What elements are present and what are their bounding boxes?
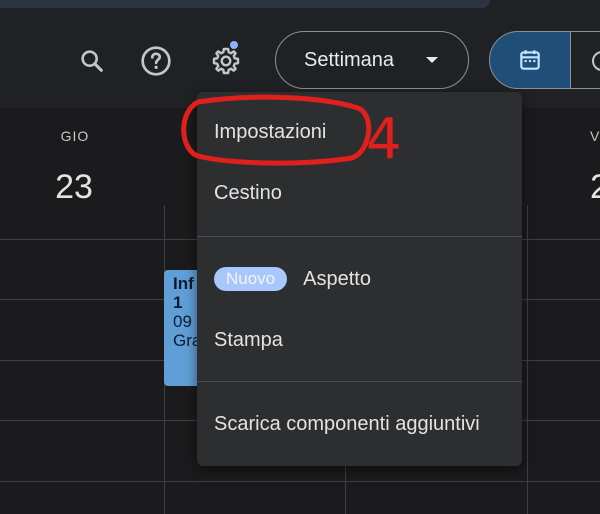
help-button[interactable] [136, 41, 176, 81]
menu-item-aspetto[interactable]: Nuovo Aspetto [197, 251, 522, 307]
menu-item-stampa[interactable]: Stampa [197, 312, 522, 368]
view-selector-dropdown[interactable]: Settimana [275, 31, 469, 89]
search-button[interactable] [72, 41, 112, 81]
new-badge: Nuovo [214, 267, 288, 291]
settings-button[interactable] [206, 41, 246, 81]
calendar-icon [520, 50, 540, 70]
menu-item-label: Impostazioni [214, 120, 327, 143]
tasks-view-button[interactable] [570, 31, 600, 89]
day-header-number[interactable]: 23 [44, 168, 104, 207]
grid-hour-line [0, 481, 600, 482]
menu-divider [197, 381, 522, 382]
menu-item-label: Stampa [214, 328, 283, 351]
menu-item-label: Scarica componenti aggiuntivi [214, 412, 480, 435]
tasks-icon [592, 51, 600, 71]
search-icon [81, 50, 103, 72]
next-day-header-name: V [590, 128, 600, 144]
menu-item-label: Aspetto [303, 267, 371, 290]
search-bar-strip [0, 0, 490, 8]
help-icon [141, 46, 171, 76]
menu-item-scarica-componenti[interactable]: Scarica componenti aggiuntivi [197, 396, 522, 452]
next-day-header-number[interactable]: 2 [590, 168, 600, 207]
chevron-down-icon [426, 57, 438, 63]
menu-item-label: Cestino [214, 181, 282, 204]
view-selector-label: Settimana [304, 48, 395, 71]
day-header-name: GIO [60, 128, 90, 144]
notification-dot [230, 41, 238, 49]
menu-item-impostazioni[interactable]: Impostazioni [197, 104, 522, 160]
menu-divider [197, 236, 522, 237]
gear-icon [212, 47, 240, 75]
settings-menu: Impostazioni Cestino Nuovo Aspetto Stamp… [197, 92, 522, 466]
calendar-view-button[interactable] [489, 31, 571, 89]
menu-item-cestino[interactable]: Cestino [197, 165, 522, 221]
